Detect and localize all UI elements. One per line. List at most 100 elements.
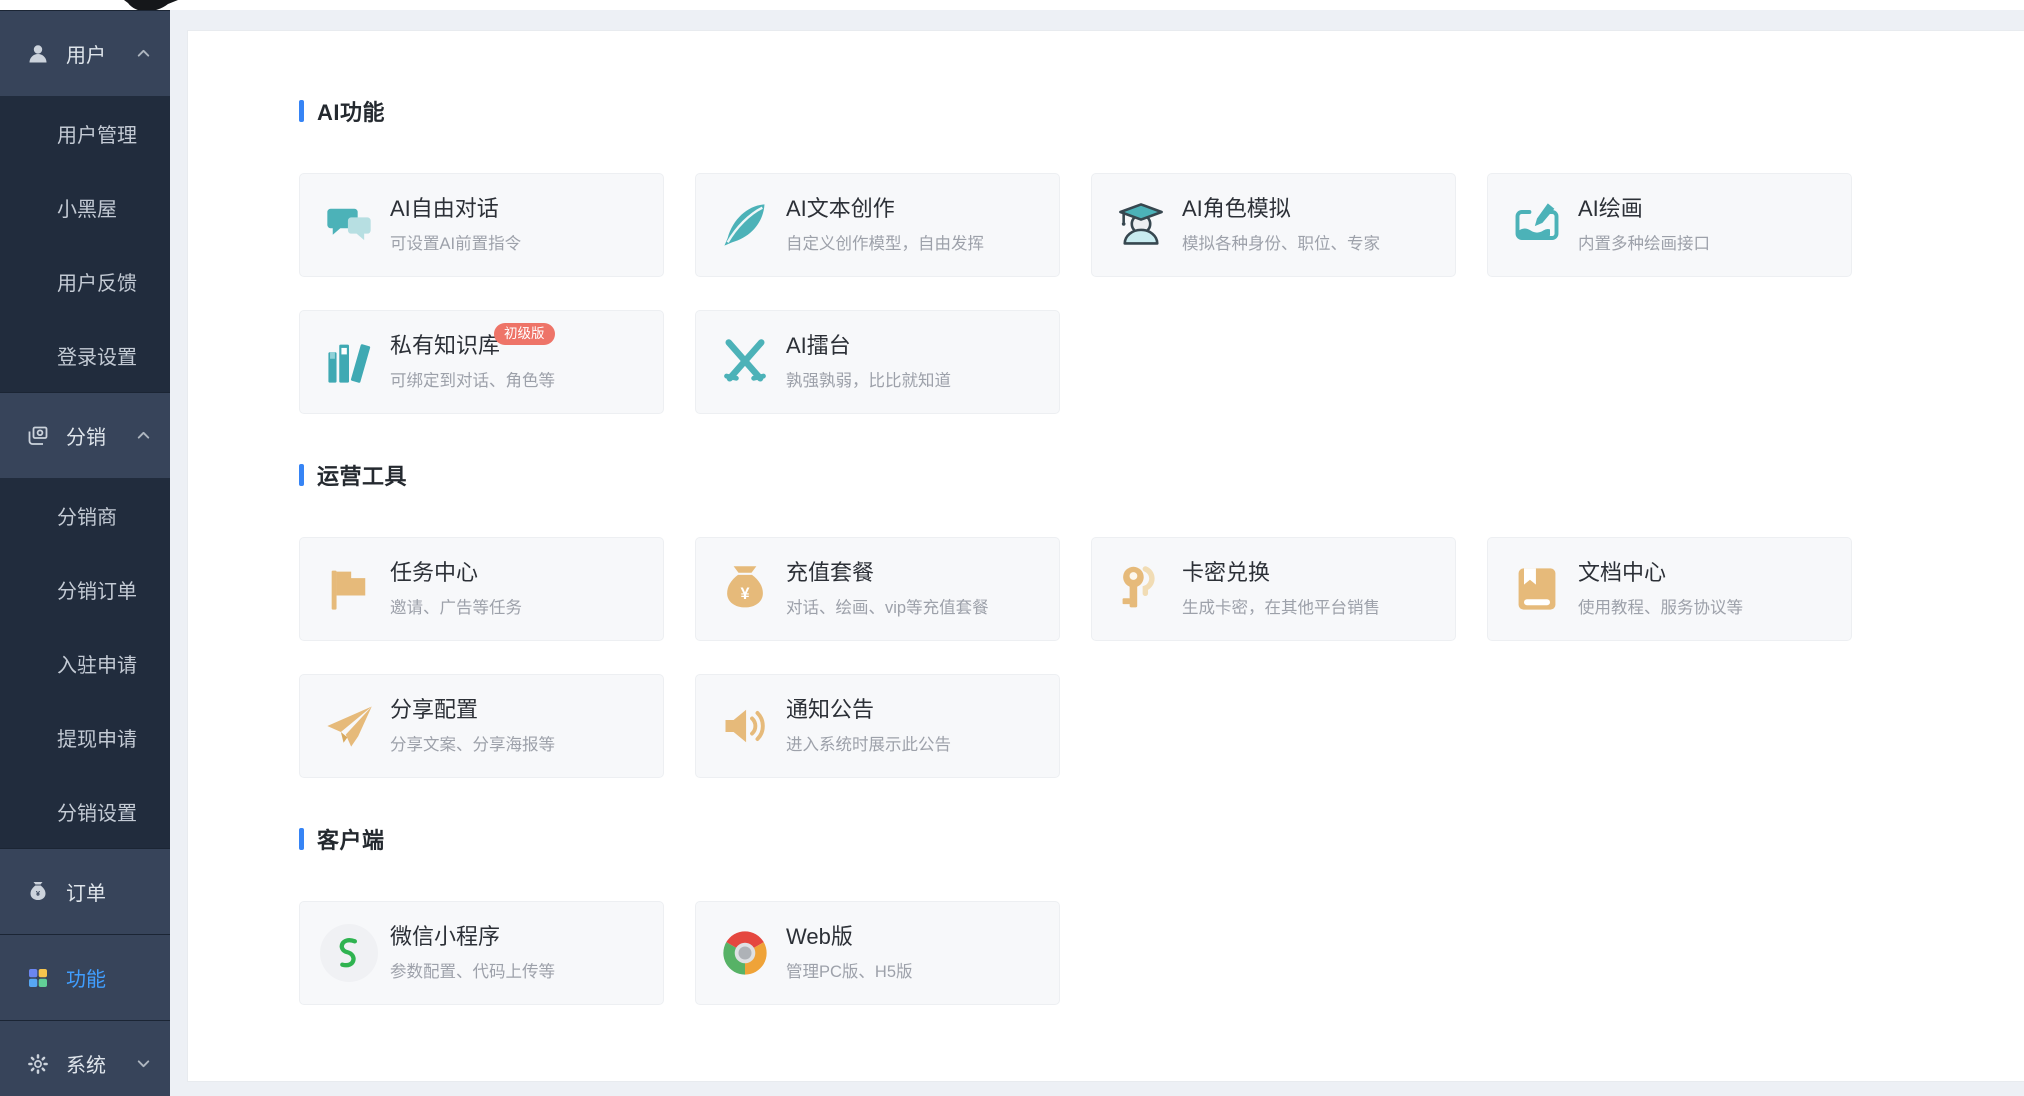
feature-card[interactable]: AI自由对话 可设置AI前置指令 — [299, 173, 664, 277]
chat-bubbles-icon — [320, 196, 378, 254]
sidebar-group-3[interactable]: 功能 — [0, 934, 170, 1020]
features-grid-icon — [26, 966, 50, 990]
card-subtitle: 孰强孰弱，比比就知道 — [786, 367, 951, 391]
section-title: 运营工具 — [299, 459, 1984, 491]
sidebar-group-label: 系统 — [66, 1049, 106, 1078]
section-title: AI功能 — [299, 95, 1984, 127]
card-title: 分享配置 — [390, 697, 478, 722]
card-title: 任务中心 — [390, 560, 478, 585]
feature-card[interactable]: 私有知识库 初级版 可绑定到对话、角色等 — [299, 310, 664, 414]
feature-card[interactable]: 任务中心 邀请、广告等任务 — [299, 537, 664, 641]
books-icon — [320, 333, 378, 391]
main-area: AI功能 AI自由对话 可设置AI前置指令 AI文本创作 自定义创作模型，自由发… — [170, 10, 2024, 1096]
card-grid: AI自由对话 可设置AI前置指令 AI文本创作 自定义创作模型，自由发挥 AI角… — [299, 173, 1984, 414]
order-moneybag-icon: ¥ — [26, 880, 50, 904]
card-subtitle: 自定义创作模型，自由发挥 — [786, 230, 984, 254]
sidebar-item-label: 用户反馈 — [57, 267, 137, 296]
section-title-text: 客户端 — [317, 823, 385, 855]
sidebar-group-label: 用户 — [66, 39, 106, 68]
sidebar-item[interactable]: 分销商 — [0, 478, 170, 552]
chevron-up-icon — [135, 427, 152, 444]
feature-card[interactable]: 通知公告 进入系统时展示此公告 — [695, 674, 1060, 778]
graduate-role-icon — [1112, 196, 1170, 254]
feature-card[interactable]: 微信小程序 参数配置、代码上传等 — [299, 901, 664, 1005]
sidebar-item-label: 分销设置 — [57, 797, 137, 826]
card-title: 卡密兑换 — [1182, 560, 1270, 585]
feature-card[interactable]: 分享配置 分享文案、分享海报等 — [299, 674, 664, 778]
card-subtitle: 参数配置、代码上传等 — [390, 958, 555, 982]
sidebar-item-label: 登录设置 — [57, 341, 137, 370]
speaker-icon — [716, 697, 774, 755]
sidebar-item[interactable]: 提现申请 — [0, 700, 170, 774]
section: 客户端 微信小程序 参数配置、代码上传等 Web版 管理PC版、H5版 — [299, 823, 1984, 1005]
card-title: Web版 — [786, 924, 853, 949]
paint-icon — [1508, 196, 1566, 254]
card-title: 通知公告 — [786, 697, 874, 722]
sidebar-item-label: 提现申请 — [57, 723, 137, 752]
feature-card[interactable]: AI角色模拟 模拟各种身份、职位、专家 — [1091, 173, 1456, 277]
card-title: AI文本创作 — [786, 196, 895, 221]
sidebar-group-label: 功能 — [66, 963, 106, 992]
card-title: 微信小程序 — [390, 924, 500, 949]
card-title: 文档中心 — [1578, 560, 1666, 585]
sidebar-item[interactable]: 用户反馈 — [0, 244, 170, 318]
sidebar-item-label: 分销订单 — [57, 575, 137, 604]
sidebar-group-4[interactable]: 系统 — [0, 1020, 170, 1096]
content-panel: AI功能 AI自由对话 可设置AI前置指令 AI文本创作 自定义创作模型，自由发… — [187, 30, 2024, 1082]
section: 运营工具 任务中心 邀请、广告等任务 ¥ 充值套餐 对话、绘画、vip等充值套餐… — [299, 459, 1984, 778]
sidebar-group-0[interactable]: 用户 — [0, 10, 170, 96]
crossed-swords-icon — [716, 333, 774, 391]
feature-card[interactable]: AI擂台 孰强孰弱，比比就知道 — [695, 310, 1060, 414]
sidebar-group-label: 分销 — [66, 421, 106, 450]
chevron-down-icon — [135, 1055, 152, 1072]
card-subtitle: 模拟各种身份、职位、专家 — [1182, 230, 1380, 254]
card-subtitle: 分享文案、分享海报等 — [390, 731, 555, 755]
user-icon — [26, 42, 50, 66]
sidebar-item[interactable]: 小黑屋 — [0, 170, 170, 244]
card-subtitle: 对话、绘画、vip等充值套餐 — [786, 594, 989, 618]
card-title: 充值套餐 — [786, 560, 874, 585]
feature-card[interactable]: AI绘画 内置多种绘画接口 — [1487, 173, 1852, 277]
feature-card[interactable]: ¥ 充值套餐 对话、绘画、vip等充值套餐 — [695, 537, 1060, 641]
doc-book-icon — [1508, 560, 1566, 618]
sidebar-item[interactable]: 入驻申请 — [0, 626, 170, 700]
wechat-miniprogram-icon — [320, 924, 378, 982]
card-subtitle: 进入系统时展示此公告 — [786, 731, 951, 755]
section: AI功能 AI自由对话 可设置AI前置指令 AI文本创作 自定义创作模型，自由发… — [299, 95, 1984, 414]
sidebar-group-2[interactable]: ¥ 订单 — [0, 848, 170, 934]
section-title-text: AI功能 — [317, 95, 385, 127]
card-title: AI绘画 — [1578, 196, 1643, 221]
section-title-bar — [299, 100, 304, 122]
card-subtitle: 可设置AI前置指令 — [390, 230, 521, 254]
sidebar-item[interactable]: 用户管理 — [0, 96, 170, 170]
card-title: 私有知识库 — [390, 333, 500, 358]
feature-card[interactable]: AI文本创作 自定义创作模型，自由发挥 — [695, 173, 1060, 277]
feature-card[interactable]: 文档中心 使用教程、服务协议等 — [1487, 537, 1852, 641]
sidebar-item[interactable]: 登录设置 — [0, 318, 170, 392]
sidebar-item-label: 小黑屋 — [57, 193, 117, 222]
sidebar-item[interactable]: 分销设置 — [0, 774, 170, 848]
chevron-up-icon — [135, 45, 152, 62]
moneybag-icon: ¥ — [716, 560, 774, 618]
svg-text:¥: ¥ — [740, 585, 749, 603]
section-title-bar — [299, 828, 304, 850]
feature-card[interactable]: 卡密兑换 生成卡密，在其他平台销售 — [1091, 537, 1456, 641]
card-subtitle: 邀请、广告等任务 — [390, 594, 522, 618]
feather-icon — [716, 196, 774, 254]
sidebar-item-label: 用户管理 — [57, 119, 137, 148]
card-title: AI自由对话 — [390, 196, 499, 221]
distribution-icon — [26, 424, 50, 448]
card-title: AI擂台 — [786, 333, 851, 358]
card-subtitle: 使用教程、服务协议等 — [1578, 594, 1743, 618]
card-grid: 任务中心 邀请、广告等任务 ¥ 充值套餐 对话、绘画、vip等充值套餐 卡密兑换… — [299, 537, 1984, 778]
card-title: AI角色模拟 — [1182, 196, 1291, 221]
sidebar-group-1[interactable]: 分销 — [0, 392, 170, 478]
key-icon — [1112, 560, 1170, 618]
card-subtitle: 内置多种绘画接口 — [1578, 230, 1710, 254]
card-grid: 微信小程序 参数配置、代码上传等 Web版 管理PC版、H5版 — [299, 901, 1984, 1005]
sidebar-item-label: 入驻申请 — [57, 649, 137, 678]
sidebar-item[interactable]: 分销订单 — [0, 552, 170, 626]
sidebar-menu: 用户 用户管理 小黑屋 用户反馈 登录设置 分销 分销商 分销订单 入驻申请 提… — [0, 10, 170, 1096]
feature-card[interactable]: Web版 管理PC版、H5版 — [695, 901, 1060, 1005]
paper-plane-icon — [320, 697, 378, 755]
